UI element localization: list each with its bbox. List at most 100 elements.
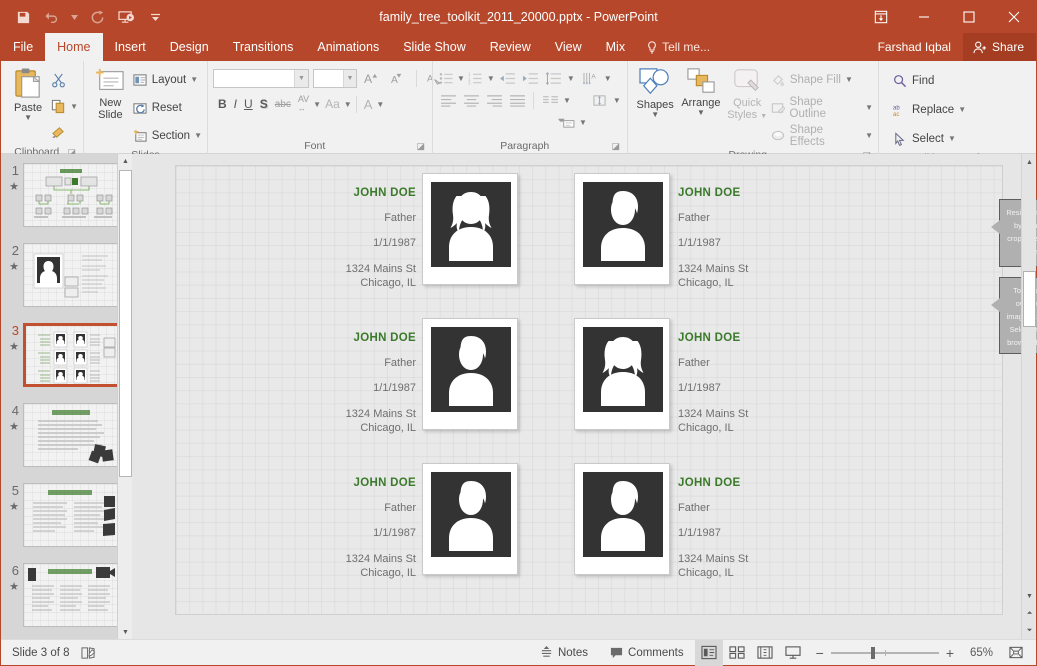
paragraph-dialog-launcher[interactable]: ◪ [611, 138, 620, 154]
next-slide-icon[interactable]: ⏷ [1022, 623, 1037, 639]
canvas-vertical-scrollbar[interactable]: ▲ ▼ ⏶ ⏷ [1021, 154, 1036, 640]
line-spacing-caret-icon[interactable]: ▼ [567, 74, 575, 83]
thumb-image[interactable] [23, 483, 120, 547]
tab-insert[interactable]: Insert [103, 33, 158, 61]
person-photo[interactable] [422, 318, 518, 430]
text-shadow-button[interactable]: S [257, 97, 271, 111]
previous-slide-icon[interactable]: ⏶ [1022, 606, 1037, 622]
font-color-button[interactable]: A [361, 97, 376, 112]
quick-styles-button[interactable]: QuickStyles ▼ [725, 65, 770, 123]
scroll-up-icon[interactable]: ▲ [1022, 154, 1037, 170]
align-right-icon[interactable] [484, 93, 504, 109]
justify-icon[interactable] [507, 93, 527, 109]
shape-outline-button[interactable]: Shape Outline ▼ [770, 96, 873, 119]
columns-caret-icon[interactable]: ▼ [563, 96, 571, 105]
canvas-scroll-thumb[interactable] [1023, 271, 1036, 327]
normal-view-button[interactable] [695, 640, 723, 666]
change-case-caret-icon[interactable]: ▼ [344, 100, 352, 109]
slide-panel-scroll-thumb[interactable] [119, 170, 132, 477]
underline-button[interactable]: U [241, 97, 256, 111]
shapes-button[interactable]: Shapes ▼ [633, 65, 677, 118]
zoom-out-button[interactable]: − [816, 645, 824, 661]
font-name-caret-icon[interactable]: ▼ [294, 70, 308, 87]
select-button[interactable]: Select ▼ [892, 127, 966, 150]
convert-to-smartart-caret-icon[interactable]: ▼ [579, 118, 587, 127]
thumb-image[interactable] [23, 163, 120, 227]
font-size-caret-icon[interactable]: ▼ [343, 70, 356, 87]
bold-button[interactable]: B [215, 97, 230, 111]
tab-transitions[interactable]: Transitions [221, 33, 306, 61]
person-photo[interactable] [422, 173, 518, 285]
tab-file[interactable]: File [1, 33, 45, 61]
notes-page-icon[interactable] [81, 646, 96, 660]
font-dialog-launcher[interactable]: ◪ [416, 138, 425, 154]
tab-animations[interactable]: Animations [305, 33, 391, 61]
close-button[interactable] [991, 1, 1036, 33]
text-direction-caret-icon[interactable]: ▼ [604, 74, 612, 83]
slide-editing-surface[interactable]: JOHN DOE Father 1/1/1987 1324 Mains StCh… [175, 165, 1003, 615]
person-card-5[interactable]: JOHN DOE Father 1/1/1987 1324 Mains StCh… [306, 463, 518, 580]
align-text-icon[interactable] [590, 93, 610, 109]
slide-indicator[interactable]: Slide 3 of 8 [12, 647, 70, 659]
align-left-icon[interactable] [438, 93, 458, 109]
slide-panel-scrollbar[interactable]: ▲ ▼ [117, 154, 132, 640]
slide-thumbnail-3[interactable]: 3 ★ [1, 323, 132, 394]
text-direction-icon[interactable]: A [581, 70, 601, 86]
user-name[interactable]: Farshad Iqbal [866, 33, 963, 61]
paste-caret-icon[interactable]: ▼ [24, 114, 32, 121]
increase-font-size-button[interactable]: A [361, 71, 383, 86]
slide-thumbnail-5[interactable]: 5 ★ [1, 483, 132, 554]
font-color-caret-icon[interactable]: ▼ [376, 100, 384, 109]
layout-button[interactable]: Layout ▼ [132, 68, 202, 91]
section-button[interactable]: Section ▼ [132, 124, 202, 147]
tab-home[interactable]: Home [45, 33, 102, 61]
person-card-3[interactable]: JOHN DOE Father 1/1/1987 1324 Mains StCh… [306, 318, 518, 435]
share-button[interactable]: Share [963, 33, 1036, 61]
maximize-button[interactable] [946, 1, 991, 33]
layout-caret-icon[interactable]: ▼ [190, 75, 198, 84]
shapes-caret-icon[interactable]: ▼ [651, 111, 659, 118]
zoom-slider-handle[interactable] [871, 647, 875, 659]
tab-design[interactable]: Design [158, 33, 221, 61]
person-photo[interactable] [574, 173, 670, 285]
person-photo[interactable] [574, 463, 670, 575]
find-button[interactable]: Find [892, 69, 966, 92]
person-photo[interactable] [574, 318, 670, 430]
thumb-image[interactable] [23, 403, 120, 467]
ribbon-display-options-icon[interactable] [861, 1, 901, 33]
format-painter-button[interactable] [50, 121, 78, 144]
slide-thumbnail-4[interactable]: 4 ★ [1, 403, 132, 474]
tab-review[interactable]: Review [478, 33, 543, 61]
person-card-4[interactable]: JOHN DOE Father 1/1/1987 1324 Mains StCh… [574, 318, 780, 435]
zoom-control[interactable]: − + 65% [807, 645, 1002, 661]
notes-button[interactable]: Notes [529, 640, 599, 666]
scroll-down-icon[interactable]: ▼ [1022, 588, 1037, 604]
shape-fill-caret-icon[interactable]: ▼ [845, 75, 853, 84]
font-name-input[interactable]: ▼ [213, 69, 309, 88]
tab-view[interactable]: View [543, 33, 594, 61]
thumb-image-selected[interactable] [23, 323, 120, 387]
character-spacing-caret-icon[interactable]: ▼ [313, 100, 321, 109]
font-size-input[interactable]: ▼ [313, 69, 357, 88]
tell-me-box[interactable]: Tell me... [637, 33, 720, 61]
person-photo[interactable] [422, 463, 518, 575]
arrange-button[interactable]: Arrange ▼ [677, 65, 724, 116]
strikethrough-button[interactable]: abc [272, 99, 294, 110]
tab-mix[interactable]: Mix [594, 33, 637, 61]
minimize-button[interactable] [901, 1, 946, 33]
numbering-caret-icon[interactable]: ▼ [487, 74, 495, 83]
scroll-down-icon[interactable]: ▼ [118, 625, 132, 640]
decrease-font-size-button[interactable]: A [387, 71, 409, 86]
numbering-icon[interactable]: 123 [468, 70, 484, 86]
zoom-in-button[interactable]: + [946, 645, 954, 661]
thumb-image[interactable] [23, 563, 120, 627]
shape-effects-button[interactable]: Shape Effects ▼ [770, 124, 873, 147]
slide-thumbnail-panel[interactable]: 1 ★ [1, 154, 132, 640]
reading-view-button[interactable] [751, 640, 779, 666]
slide-thumbnail-1[interactable]: 1 ★ [1, 163, 132, 234]
cut-button[interactable] [50, 69, 78, 92]
person-card-2[interactable]: JOHN DOE Father 1/1/1987 1324 Mains StCh… [574, 173, 780, 290]
section-caret-icon[interactable]: ▼ [194, 131, 202, 140]
person-card-1[interactable]: JOHN DOE Father 1/1/1987 1324 Mains StCh… [306, 173, 518, 290]
align-text-caret-icon[interactable]: ▼ [613, 96, 621, 105]
